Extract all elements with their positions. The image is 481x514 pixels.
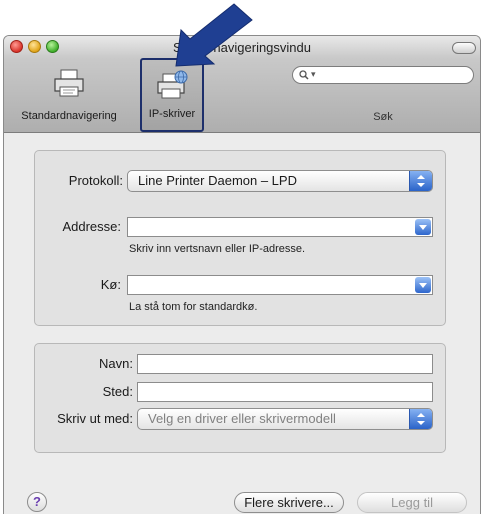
annotation-arrow-icon — [175, 3, 253, 67]
